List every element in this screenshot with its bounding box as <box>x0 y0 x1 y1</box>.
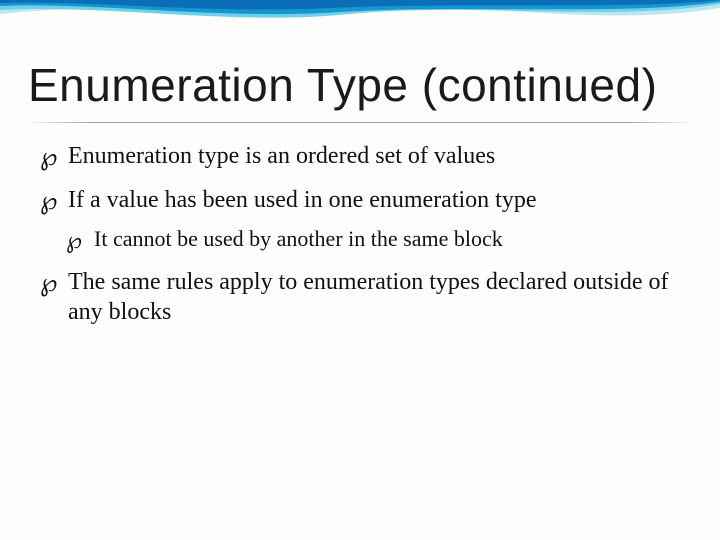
bullet-sub-item: ℘ It cannot be used by another in the sa… <box>66 225 680 253</box>
bullet-glyph-icon: ℘ <box>40 186 58 218</box>
bullet-text: It cannot be used by another in the same… <box>94 226 503 251</box>
bullet-glyph-icon: ℘ <box>40 268 58 300</box>
bullet-item: ℘ The same rules apply to enumeration ty… <box>40 267 680 327</box>
bullet-text: Enumeration type is an ordered set of va… <box>68 143 495 169</box>
bullet-text: If a value has been used in one enumerat… <box>68 187 537 213</box>
wave-decoration <box>0 0 720 70</box>
bullet-text: The same rules apply to enumeration type… <box>68 269 668 325</box>
bullet-glyph-icon: ℘ <box>40 142 58 174</box>
bullet-item: ℘ Enumeration type is an ordered set of … <box>40 141 680 171</box>
bullet-item: ℘ If a value has been used in one enumer… <box>40 185 680 215</box>
title-divider <box>28 122 692 123</box>
bullet-glyph-icon: ℘ <box>66 226 82 255</box>
slide-content: ℘ Enumeration type is an ordered set of … <box>0 141 720 327</box>
wave-svg <box>0 0 720 70</box>
